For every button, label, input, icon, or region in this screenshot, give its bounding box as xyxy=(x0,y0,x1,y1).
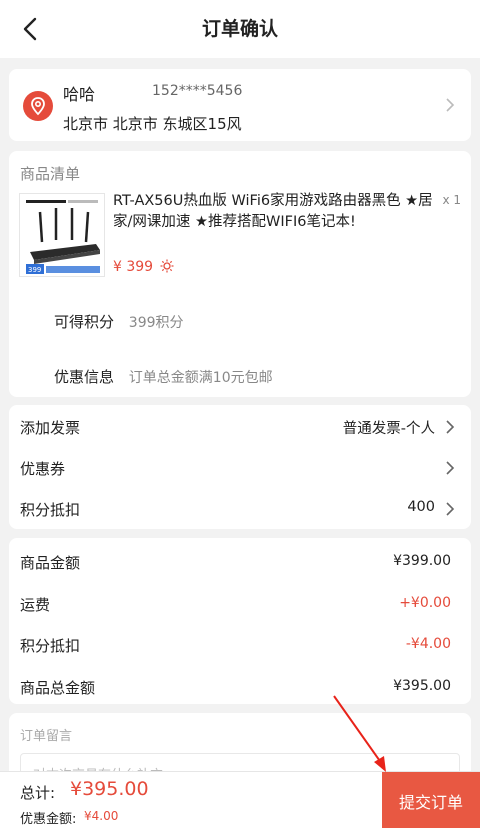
recipient-phone: 152****5456 xyxy=(152,83,243,99)
chevron-right-icon xyxy=(446,98,455,112)
discount-amount: ¥4.00 xyxy=(84,809,119,823)
product-price: ¥ 399 xyxy=(113,259,174,275)
points-deduction-value: 400 xyxy=(407,499,435,515)
points-deduction-label: 积分抵扣 xyxy=(20,501,81,519)
total-label: 总计: xyxy=(20,784,56,802)
options-card: 添加发票 普通发票-个人 优惠券 积分抵扣 400 xyxy=(9,405,471,529)
remark-title: 订单留言 xyxy=(20,729,73,744)
subtotal-label: 商品金额 xyxy=(20,554,81,572)
coupon-row[interactable]: 优惠券 xyxy=(9,448,471,488)
totals-card: 商品金额 ¥399.00 运费 +¥0.00 积分抵扣 -¥4.00 商品总金额… xyxy=(9,538,471,704)
discount-label: 优惠金额: xyxy=(20,812,77,827)
grand-total-row: 商品总金额 ¥395.00 xyxy=(9,665,471,705)
sun-icon xyxy=(160,259,174,273)
product-price-value: ¥ 399 xyxy=(113,259,154,275)
invoice-value: 普通发票-个人 xyxy=(342,421,435,437)
address-card[interactable]: 哈哈 152****5456 北京市 北京市 东城区15风 xyxy=(9,69,471,141)
location-pin-icon xyxy=(23,91,53,121)
checkout-bar: 总计: ¥395.00 优惠金额: ¥4.00 提交订单 xyxy=(0,771,480,828)
product-image[interactable]: 399 xyxy=(19,193,105,277)
subtotal-value: ¥399.00 xyxy=(393,553,451,569)
total-amount: ¥395.00 xyxy=(70,778,149,800)
recipient-address: 北京市 北京市 东城区15风 xyxy=(63,115,242,133)
subtotal-row: 商品金额 ¥399.00 xyxy=(9,540,471,580)
points-row: 可得积分 399积分 xyxy=(54,311,184,332)
page-title: 订单确认 xyxy=(201,18,278,40)
points-label: 可得积分 xyxy=(54,313,115,331)
points-discount-label: 积分抵扣 xyxy=(20,637,81,655)
chevron-right-icon xyxy=(446,420,455,434)
goods-card: 商品清单 399 RT-AX56U热血版 WiFi6家用游戏路由器黑色 ★居家/… xyxy=(9,151,471,397)
invoice-row[interactable]: 添加发票 普通发票-个人 xyxy=(9,407,471,447)
product-quantity: x 1 xyxy=(442,193,461,207)
section-title-goods: 商品清单 xyxy=(20,165,81,183)
grand-total-label: 商品总金额 xyxy=(20,679,96,697)
product-name[interactable]: RT-AX56U热血版 WiFi6家用游戏路由器黑色 ★居家/网课加速 ★推荐搭… xyxy=(113,191,433,233)
promo-value: 订单总金额满10元包邮 xyxy=(128,370,273,386)
coupon-label: 优惠券 xyxy=(20,460,66,478)
promo-row: 优惠信息 订单总金额满10元包邮 xyxy=(54,366,273,387)
recipient-name: 哈哈 xyxy=(63,85,96,104)
submit-order-button[interactable]: 提交订单 xyxy=(382,772,480,828)
chevron-right-icon xyxy=(446,502,455,516)
shipping-label: 运费 xyxy=(20,596,51,614)
points-discount-row: 积分抵扣 -¥4.00 xyxy=(9,623,471,663)
shipping-row: 运费 +¥0.00 xyxy=(9,582,471,622)
top-bar: 订单确认 xyxy=(0,0,480,58)
chevron-right-icon xyxy=(446,461,455,475)
points-discount-value: -¥4.00 xyxy=(405,636,451,652)
shipping-value: +¥0.00 xyxy=(399,595,451,611)
promo-label: 优惠信息 xyxy=(54,368,115,386)
points-deduction-row[interactable]: 积分抵扣 400 xyxy=(9,489,471,529)
points-value: 399积分 xyxy=(128,315,184,331)
invoice-label: 添加发票 xyxy=(20,419,81,437)
grand-total-value: ¥395.00 xyxy=(393,678,451,694)
svg-text:399: 399 xyxy=(28,266,41,274)
router-product-image: 399 xyxy=(20,194,104,276)
